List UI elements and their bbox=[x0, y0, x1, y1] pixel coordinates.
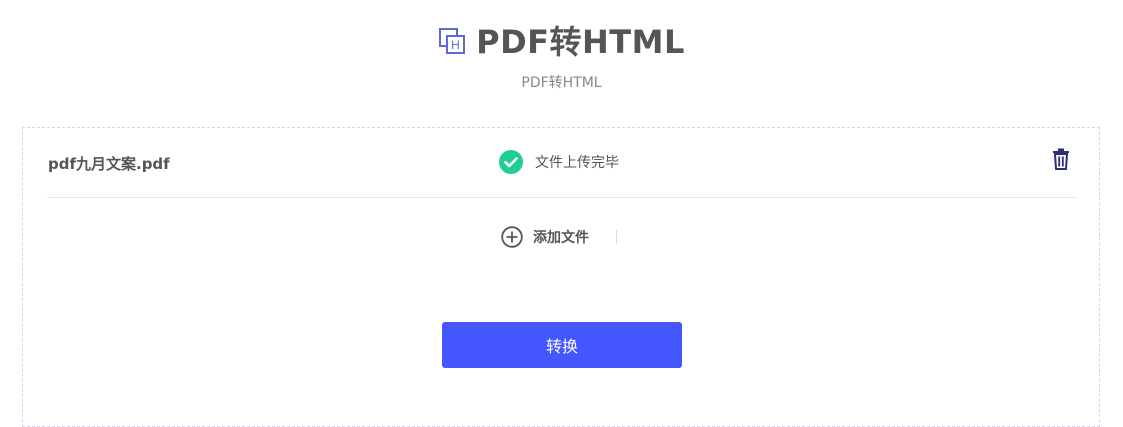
upload-status: 文件上传完毕 bbox=[499, 150, 619, 174]
page-title: PDF转HTML bbox=[476, 23, 685, 61]
add-file-label: 添加文件 bbox=[533, 230, 589, 246]
plus-circle-icon bbox=[501, 226, 523, 248]
trash-icon[interactable] bbox=[1051, 148, 1071, 170]
page-subtitle: PDF转HTML bbox=[521, 75, 602, 91]
file-row: pdf九月文案.pdf 文件上传完毕 bbox=[47, 128, 1078, 198]
add-file-button[interactable]: 添加文件 bbox=[501, 226, 589, 248]
page-header: H PDF转HTML PDF转HTML bbox=[0, 0, 1123, 120]
convert-button[interactable]: 转换 bbox=[442, 322, 682, 368]
file-name: pdf九月文案.pdf bbox=[48, 155, 170, 173]
divider bbox=[616, 230, 617, 244]
status-text: 文件上传完毕 bbox=[535, 155, 619, 171]
title-row: H PDF转HTML bbox=[0, 20, 1123, 61]
svg-text:H: H bbox=[451, 38, 460, 52]
check-circle-icon bbox=[499, 150, 523, 174]
pdf-to-html-icon: H bbox=[438, 27, 466, 55]
upload-panel: pdf九月文案.pdf 文件上传完毕 添加文件 转换 bbox=[22, 127, 1100, 427]
